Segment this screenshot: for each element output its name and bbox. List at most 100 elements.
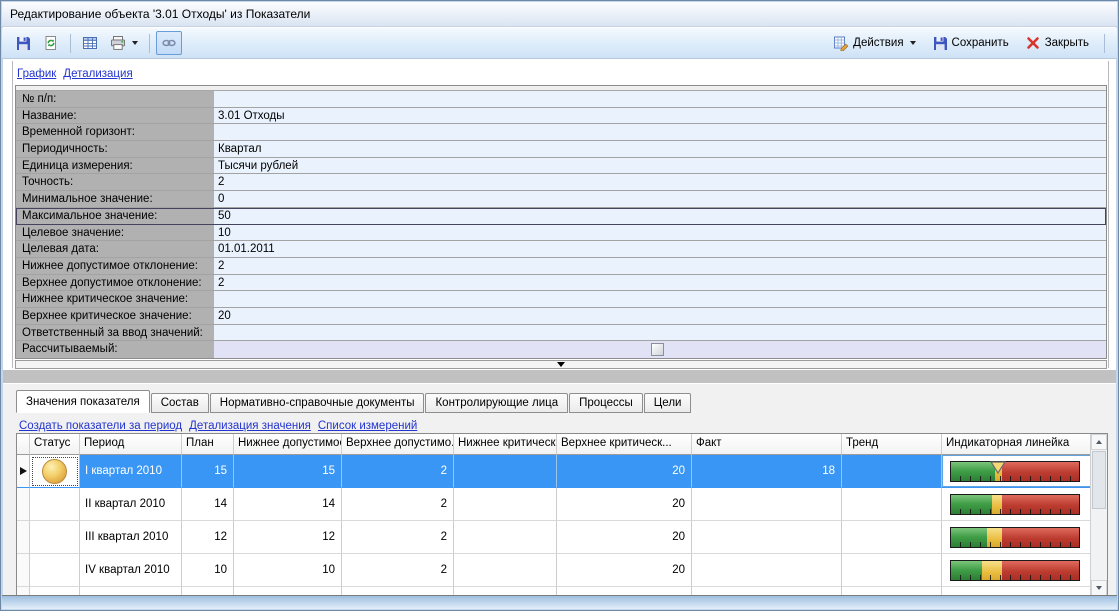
field-value[interactable]: 0: [214, 191, 1106, 207]
field-label: Верхнее критическое значение:: [16, 308, 214, 324]
cell-upper_critical: 20: [557, 554, 692, 587]
fact-marker-icon: [990, 461, 1006, 477]
field-value[interactable]: [214, 341, 1106, 358]
form-row: Ответственный за ввод значений:: [16, 325, 1106, 342]
tab-6[interactable]: Цели: [644, 393, 692, 413]
cell-lower_critical: [454, 488, 557, 521]
cell-lower_allowed: 15: [234, 455, 342, 488]
printer-icon: [110, 35, 126, 51]
field-value[interactable]: [214, 91, 1106, 107]
row-selector-cell: [17, 554, 30, 587]
column-header[interactable]: Верхнее допустимо...: [342, 434, 454, 455]
cell-upper_critical: 20: [557, 455, 692, 488]
close-button[interactable]: Закрыть: [1020, 31, 1094, 55]
form-row: Точность:2: [16, 174, 1106, 191]
form-row: Временной горизонт:: [16, 124, 1106, 141]
tab-1[interactable]: Значения показателя: [16, 390, 150, 413]
field-label: Рассчитываемый:: [16, 341, 214, 358]
column-header[interactable]: План: [182, 434, 234, 455]
field-value[interactable]: Квартал: [214, 141, 1106, 157]
refresh-icon: [43, 35, 59, 51]
column-header[interactable]: Тренд: [842, 434, 942, 455]
field-value[interactable]: 20: [214, 308, 1106, 324]
properties-form: № п/п:Название:3.01 ОтходыВременной гори…: [15, 85, 1107, 359]
field-value[interactable]: 50: [214, 208, 1106, 224]
field-label: Временной горизонт:: [16, 124, 214, 140]
bar-tick-marks: [951, 476, 1079, 481]
tab-4[interactable]: Контролирующие лица: [425, 393, 568, 413]
form-row: Верхнее допустимое отклонение:2: [16, 275, 1106, 292]
panel-edge: [1108, 61, 1109, 368]
field-value[interactable]: [214, 124, 1106, 140]
field-label: Ответственный за ввод значений:: [16, 325, 214, 341]
indicator-cell: [942, 488, 1107, 521]
column-header[interactable]: Верхнее критическ...: [557, 434, 692, 455]
cell-trend: [842, 455, 942, 488]
cell-upper_allowed: 2: [342, 521, 454, 554]
grid-link-3[interactable]: Список измерений: [318, 420, 417, 432]
scroll-down-button[interactable]: [1091, 580, 1107, 596]
cell-lower_critical: [454, 455, 557, 488]
tab-2[interactable]: Состав: [151, 393, 209, 413]
field-value[interactable]: Тысячи рублей: [214, 158, 1106, 174]
field-label: Целевая дата:: [16, 241, 214, 257]
table-row[interactable]: I квартал 2010151522018: [17, 455, 1107, 488]
tab-5[interactable]: Процессы: [569, 393, 643, 413]
vertical-scrollbar[interactable]: [1090, 434, 1107, 596]
period-cell: I квартал 2010: [80, 455, 182, 488]
calculated-checkbox[interactable]: [651, 343, 664, 356]
bar-tick-marks: [951, 509, 1079, 514]
field-value[interactable]: [214, 325, 1106, 341]
cell-upper_allowed: 2: [342, 488, 454, 521]
save-button-labeled[interactable]: Сохранить: [927, 31, 1014, 55]
top-links: График Детализация: [17, 64, 140, 82]
cell-upper_critical: 20: [557, 521, 692, 554]
scroll-up-button[interactable]: [1091, 434, 1107, 450]
column-header[interactable]: Нижнее критическо...: [454, 434, 557, 455]
form-row: Целевая дата:01.01.2011: [16, 241, 1106, 258]
tab-panel: Значения показателяСоставНормативно-спра…: [3, 383, 1116, 597]
link-detail[interactable]: Детализация: [63, 68, 132, 80]
actions-button[interactable]: Действия: [828, 31, 920, 55]
cell-plan: 12: [182, 521, 234, 554]
column-header[interactable]: Индикаторная линейка: [942, 434, 1107, 455]
status-cell: [30, 521, 80, 554]
field-value[interactable]: 2: [214, 275, 1106, 291]
close-x-icon: [1025, 35, 1041, 51]
status-indicator-dot: [42, 459, 67, 484]
collapse-splitter[interactable]: [15, 360, 1107, 369]
grid-button[interactable]: [77, 31, 103, 55]
grid-link-1[interactable]: Создать показатели за период: [19, 420, 182, 432]
link-button[interactable]: [156, 31, 182, 55]
cell-lower_allowed: 14: [234, 488, 342, 521]
field-value[interactable]: 10: [214, 225, 1106, 241]
field-label: Минимальное значение:: [16, 191, 214, 207]
print-button[interactable]: [105, 31, 143, 55]
table-row[interactable]: II квартал 20101414220: [17, 488, 1107, 521]
table-row[interactable]: IV квартал 20101010220: [17, 554, 1107, 587]
grid-link-2[interactable]: Детализация значения: [189, 420, 311, 432]
field-value[interactable]: [214, 291, 1106, 307]
status-cell: [30, 554, 80, 587]
refresh-button[interactable]: [38, 31, 64, 55]
table-row[interactable]: III квартал 20101212220: [17, 521, 1107, 554]
tab-3[interactable]: Нормативно-справочные документы: [210, 393, 425, 413]
form-row: Рассчитываемый:: [16, 341, 1106, 358]
cell-trend: [842, 488, 942, 521]
form-row: Верхнее критическое значение:20: [16, 308, 1106, 325]
cell-lower_allowed: 10: [234, 554, 342, 587]
save-label: Сохранить: [952, 37, 1009, 49]
column-header[interactable]: Период: [80, 434, 182, 455]
form-row: Целевое значение:10: [16, 225, 1106, 242]
field-value[interactable]: 2: [214, 258, 1106, 274]
field-value[interactable]: 2: [214, 174, 1106, 190]
column-header[interactable]: Статус: [30, 434, 80, 455]
field-value[interactable]: 3.01 Отходы: [214, 108, 1106, 124]
link-graph[interactable]: График: [17, 68, 56, 80]
column-header[interactable]: Факт: [692, 434, 842, 455]
column-header[interactable]: Нижнее допустимое...: [234, 434, 342, 455]
save-button[interactable]: [10, 31, 36, 55]
scrollbar-thumb[interactable]: [1092, 451, 1106, 509]
field-label: Максимальное значение:: [16, 208, 214, 224]
field-value[interactable]: 01.01.2011: [214, 241, 1106, 257]
